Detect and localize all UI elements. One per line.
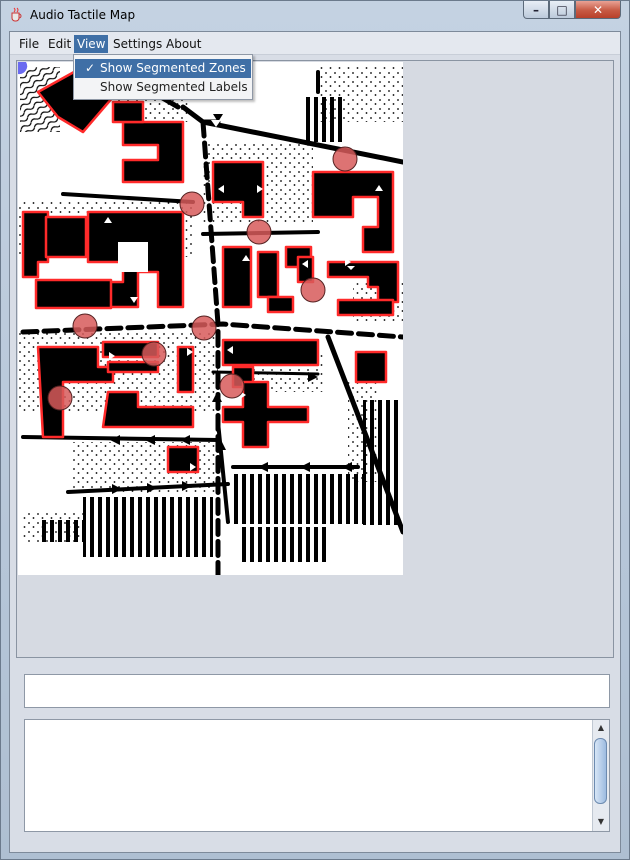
menu-item-show-segmented-zones[interactable]: ✓ Show Segmented Zones bbox=[75, 59, 251, 78]
close-button[interactable]: ✕ bbox=[575, 1, 621, 19]
minimize-button[interactable]: – bbox=[523, 1, 549, 19]
menu-item-show-segmented-labels[interactable]: Show Segmented Labels bbox=[75, 78, 251, 97]
maximize-icon: □ bbox=[556, 2, 568, 17]
vertical-scrollbar[interactable]: ▲ ▼ bbox=[592, 720, 609, 831]
menu-edit[interactable]: Edit bbox=[45, 35, 74, 53]
output-text-area[interactable]: ▲ ▼ bbox=[24, 719, 610, 832]
title-bar[interactable]: Audio Tactile Map – □ ✕ bbox=[1, 1, 629, 31]
minimize-icon: – bbox=[533, 2, 539, 17]
menu-item-label: Show Segmented Zones bbox=[100, 61, 246, 75]
java-cup-icon bbox=[11, 7, 22, 22]
view-menu-dropdown: ✓ Show Segmented Zones Show Segmented La… bbox=[73, 54, 253, 100]
map-panel[interactable] bbox=[16, 60, 614, 658]
tactile-map[interactable] bbox=[18, 62, 403, 575]
scroll-up-arrow-icon[interactable]: ▲ bbox=[595, 722, 607, 734]
window-title: Audio Tactile Map bbox=[30, 8, 136, 22]
menu-settings[interactable]: Settings bbox=[110, 35, 165, 53]
maximize-button[interactable]: □ bbox=[549, 1, 575, 19]
scroll-down-arrow-icon[interactable]: ▼ bbox=[595, 816, 607, 828]
scrollbar-thumb[interactable] bbox=[594, 738, 607, 804]
close-icon: ✕ bbox=[592, 2, 604, 17]
menu-file[interactable]: File bbox=[16, 35, 42, 53]
menu-bar: File Edit View Settings About bbox=[10, 32, 620, 55]
status-field[interactable] bbox=[24, 674, 610, 708]
client-area: File Edit View Settings About ▲ ▼ bbox=[9, 31, 621, 853]
menu-about[interactable]: About bbox=[163, 35, 204, 53]
menu-view[interactable]: View bbox=[74, 35, 109, 53]
menu-item-label: Show Segmented Labels bbox=[100, 80, 248, 94]
application-window: Audio Tactile Map – □ ✕ File Edit View S… bbox=[0, 0, 630, 860]
checkmark-icon: ✓ bbox=[85, 61, 96, 75]
